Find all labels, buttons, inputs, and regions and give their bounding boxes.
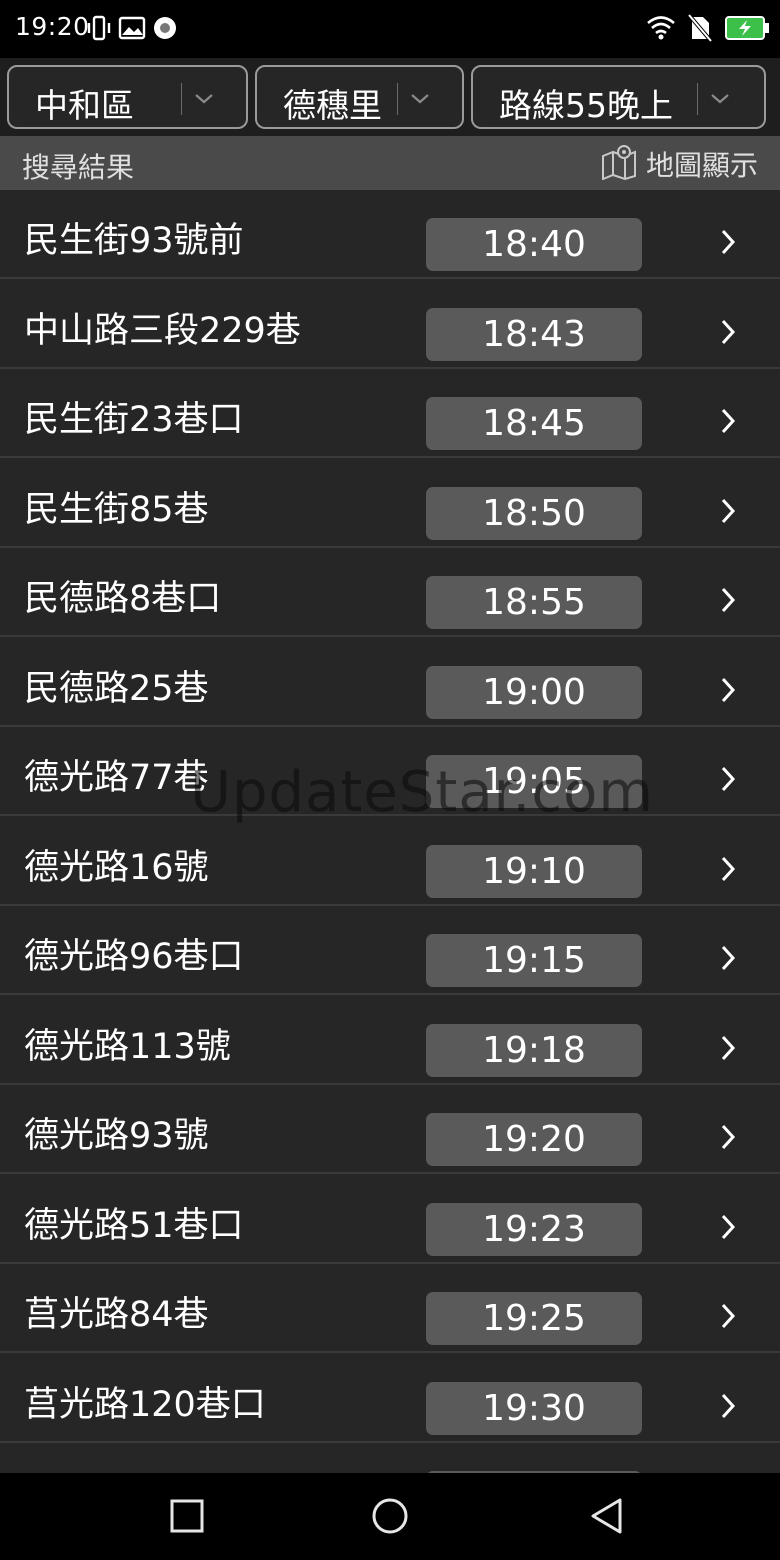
stop-name: 德光路93號: [24, 1116, 209, 1156]
list-item[interactable]: 莒光路120巷口 19:30: [0, 1354, 780, 1443]
list-item[interactable]: 德光路96巷口 19:15: [0, 906, 780, 995]
list-item[interactable]: [0, 1443, 780, 1473]
stop-time: 19:15: [426, 934, 642, 987]
list-item[interactable]: 莒光路84巷 19:25: [0, 1264, 780, 1353]
district-dropdown[interactable]: 中和區: [7, 65, 248, 129]
status-time: 19:20: [15, 12, 90, 41]
map-display-button[interactable]: 地圖顯示: [600, 144, 758, 184]
list-item[interactable]: 民生街93號前 18:40: [0, 190, 780, 279]
stop-name: 德光路113號: [24, 1026, 231, 1067]
map-display-label: 地圖顯示: [645, 149, 758, 182]
stop-name: 民德路25巷: [24, 668, 209, 709]
stop-name: 民生街93號前: [24, 221, 244, 261]
chevron-right-icon: [718, 407, 738, 439]
stop-time: 18:55: [426, 576, 642, 629]
list-item[interactable]: 中山路三段229巷 18:43: [0, 280, 780, 369]
stop-name: 民德路8巷口: [24, 579, 222, 619]
list-item[interactable]: 德光路16號 19:10: [0, 817, 780, 906]
navigation-bar: [0, 1473, 780, 1560]
stop-time: 18:50: [426, 486, 642, 540]
stop-name: 民生街85巷: [24, 489, 209, 530]
chevron-right-icon: [718, 676, 738, 708]
stop-name: 德光路16號: [24, 847, 209, 888]
chevron-right-icon: [718, 1392, 738, 1424]
chevron-right-icon: [718, 1034, 738, 1066]
stop-name: 莒光路84巷: [24, 1295, 209, 1335]
recents-button[interactable]: [168, 1497, 206, 1539]
image-icon: [118, 16, 146, 44]
list-item[interactable]: 德光路93號 19:20: [0, 1085, 780, 1174]
stop-time: 19:10: [426, 844, 642, 898]
list-item[interactable]: 民生街85巷 18:50: [0, 459, 780, 548]
filter-bar: 中和區 德穗里 路線55晚上: [0, 58, 780, 136]
chevron-right-icon: [718, 765, 738, 797]
status-icons-right: [646, 13, 770, 46]
chevron-down-icon: [409, 91, 431, 110]
status-bar: 19:20: [0, 0, 780, 58]
list-item[interactable]: 德光路113號 19:18: [0, 996, 780, 1085]
stop-time: 19:00: [426, 665, 642, 719]
stop-name: 莒光路120巷口: [24, 1384, 266, 1425]
stop-time: 19:25: [426, 1292, 642, 1345]
battery-charging-icon: [724, 15, 770, 45]
wifi-icon: [646, 15, 676, 45]
stop-name: 中山路三段229巷: [24, 310, 301, 351]
chevron-right-icon: [718, 1123, 738, 1155]
chevron-right-icon: [718, 1213, 738, 1245]
stop-time: 18:45: [426, 397, 642, 450]
village-dropdown-label: 德穗里: [283, 86, 382, 125]
district-dropdown-label: 中和區: [35, 86, 134, 125]
stop-time: 19:05: [426, 755, 642, 808]
chevron-down-icon: [193, 91, 215, 110]
stop-name: 民生街23巷口: [24, 400, 244, 440]
home-button[interactable]: [369, 1497, 411, 1543]
chevron-right-icon: [718, 497, 738, 529]
list-item[interactable]: 德光路77巷 19:05: [0, 727, 780, 816]
back-button[interactable]: [588, 1497, 628, 1541]
record-icon: [152, 15, 178, 45]
list-item[interactable]: 民生街23巷口 18:45: [0, 369, 780, 458]
stop-time: 19:18: [426, 1023, 642, 1077]
stop-list: 民生街93號前 18:40 中山路三段229巷 18:43 民生街23巷口 18…: [0, 190, 780, 1473]
chevron-right-icon: [718, 318, 738, 350]
stop-name: 德光路77巷: [24, 758, 209, 798]
list-item[interactable]: 民德路8巷口 18:55: [0, 548, 780, 637]
chevron-right-icon: [718, 228, 738, 260]
no-sim-icon: [687, 13, 713, 46]
stop-time: 18:43: [426, 307, 642, 361]
chevron-down-icon: [709, 91, 731, 110]
stop-time: 18:40: [426, 218, 642, 271]
results-title: 搜尋結果: [22, 151, 135, 184]
stop-name: 德光路51巷口: [24, 1205, 244, 1246]
route-dropdown[interactable]: 路線55晚上: [471, 65, 766, 129]
chevron-right-icon: [718, 855, 738, 887]
list-item[interactable]: 德光路51巷口 19:23: [0, 1175, 780, 1264]
map-icon: [600, 144, 638, 184]
stop-time: 19:23: [426, 1202, 642, 1256]
results-header: 搜尋結果 地圖顯示: [0, 136, 780, 190]
vibrate-icon: [86, 14, 112, 46]
chevron-right-icon: [718, 944, 738, 976]
chevron-right-icon: [718, 1302, 738, 1334]
village-dropdown[interactable]: 德穗里: [255, 65, 464, 129]
stop-name: 德光路96巷口: [24, 937, 244, 977]
stop-time: 19:30: [426, 1381, 642, 1435]
status-icons-left: [86, 14, 178, 46]
list-item[interactable]: 民德路25巷 19:00: [0, 638, 780, 727]
route-dropdown-label: 路線55晚上: [499, 86, 673, 125]
chevron-right-icon: [718, 586, 738, 618]
stop-time: 19:20: [426, 1113, 642, 1166]
